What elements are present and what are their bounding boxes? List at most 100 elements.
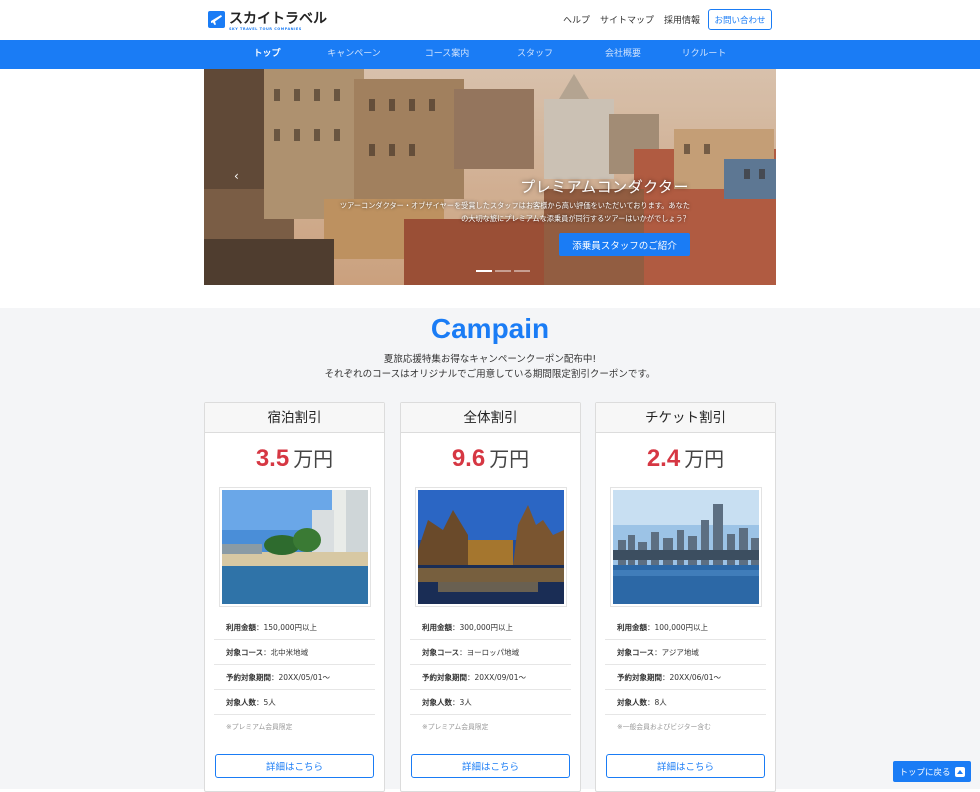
card-details: 利用金額：100,000円以上 対象コース：アジア地域 予約対象期間：20XX/… [605,615,766,740]
main-nav: トップ キャンペーン コース案内 スタッフ 会社概要 リクルート [0,40,980,69]
nav-item-staff[interactable]: スタッフ [490,40,580,69]
util-link-recruit[interactable]: 採用情報 [664,13,700,26]
card-title: チケット割引 [596,403,775,433]
detail-amount: 利用金額：300,000円以上 [410,615,571,640]
campaign-title: Campain [430,313,550,344]
card-price: 9.6 万円 [401,443,580,483]
detail-label: 対象人数 [226,698,256,707]
detail-label: 対象人数 [617,698,647,707]
back-to-top-label: トップに戻る [899,767,951,778]
detail-note: ※プレミアム会員限定 [226,723,293,731]
detail-course: 対象コース：アジア地域 [605,640,766,665]
detail-value: ：ヨーロッパ地域 [459,648,520,657]
detail-value: ：300,000円以上 [452,623,514,632]
detail-amount: 利用金額：100,000円以上 [605,615,766,640]
nav-item-top[interactable]: トップ [222,40,312,69]
detail-people: 対象人数：5人 [214,690,375,715]
nav-item-courses[interactable]: コース案内 [402,40,492,69]
hero-cta-button[interactable]: 添乗員スタッフのご紹介 [559,233,690,256]
campaign-desc-line: 夏旅応援特集お得なキャンペーンクーポン配布中! [383,354,597,365]
hero-text-line: ツアーコンダクター・オブザイヤーを受賞したスタッフはお客様から高い評価をいただい… [339,201,690,210]
card-price: 3.5 万円 [205,443,384,483]
detail-label: 予約対象期間 [617,673,662,682]
coupon-card: チケット割引 2.4 万円 利用金額：100,000円以上 対象コース：アジア地… [595,402,776,792]
slider-dot[interactable] [476,270,492,272]
site-header: スカイトラベル SKY TRAVEL TOUR COMPANIES ヘルプ サイ… [0,0,980,40]
contact-button[interactable]: お問い合わせ [708,9,772,30]
detail-label: 対象コース [422,648,460,657]
airplane-icon [208,11,225,28]
utility-nav: ヘルプ サイトマップ 採用情報 [563,13,700,26]
detail-value: ：アジア地域 [654,648,699,657]
detail-value: ：8人 [647,698,667,707]
coupon-card: 全体割引 9.6 万円 利用金額：300,000円以上 対象コース：ヨーロッパ地域… [400,402,581,792]
card-title: 宿泊割引 [205,403,384,433]
detail-note: ※プレミアム会員限定 [422,723,489,731]
price-value: 2.4 [646,445,681,472]
chevron-left-icon[interactable]: ‹ [234,169,239,183]
card-title: 全体割引 [401,403,580,433]
hero-image [204,69,776,285]
detail-label: 利用金額 [422,623,452,632]
nav-item-company[interactable]: 会社概要 [578,40,668,69]
card-details-button[interactable]: 詳細はこちら [215,754,374,778]
site-logo[interactable]: スカイトラベル SKY TRAVEL TOUR COMPANIES [208,11,328,35]
detail-value: ：20XX/09/01〜 [467,673,526,682]
detail-label: 予約対象期間 [226,673,271,682]
campaign-section: Campain 夏旅応援特集お得なキャンペーンクーポン配布中! それぞれのコース… [0,308,980,792]
detail-people: 対象人数：3人 [410,690,571,715]
campaign-desc-line: それぞれのコースはオリジナルでご用意している期間限定割引クーポンです。 [324,369,656,380]
card-details-button[interactable]: 詳細はこちら [606,754,765,778]
card-image-canal [414,487,567,607]
detail-value: ：150,000円以上 [256,623,318,632]
hero-slider[interactable]: ‹ プレミアムコンダクター ツアーコンダクター・オブザイヤーを受賞したスタッフは… [204,69,776,285]
card-details: 利用金額：300,000円以上 対象コース：ヨーロッパ地域 予約対象期間：20X… [410,615,571,740]
detail-value: ：5人 [256,698,276,707]
logo-name: スカイトラベル [229,11,327,27]
detail-period: 予約対象期間：20XX/05/01〜 [214,665,375,690]
card-details-button[interactable]: 詳細はこちら [411,754,570,778]
detail-label: 利用金額 [226,623,256,632]
detail-course: 対象コース：ヨーロッパ地域 [410,640,571,665]
arrow-up-icon [954,766,965,777]
price-value: 9.6 [451,445,486,472]
price-unit: 万円 [489,447,530,471]
slider-dot[interactable] [495,270,511,272]
card-details: 利用金額：150,000円以上 対象コース：北中米地域 予約対象期間：20XX/… [214,615,375,740]
price-unit: 万円 [293,447,334,471]
detail-course: 対象コース：北中米地域 [214,640,375,665]
detail-period: 予約対象期間：20XX/09/01〜 [410,665,571,690]
price-unit: 万円 [684,447,725,471]
detail-amount: 利用金額：150,000円以上 [214,615,375,640]
nav-item-recruit[interactable]: リクルート [659,40,749,69]
card-image-skyline [609,487,762,607]
detail-label: 予約対象期間 [422,673,467,682]
logo-tagline: SKY TRAVEL TOUR COMPANIES [229,27,302,31]
campaign-description: 夏旅応援特集お得なキャンペーンクーポン配布中! それぞれのコースはオリジナルでご… [0,352,980,382]
price-value: 3.5 [255,445,290,472]
util-link-help[interactable]: ヘルプ [563,13,590,26]
card-image-beach [218,487,371,607]
card-price: 2.4 万円 [596,443,775,483]
detail-label: 利用金額 [617,623,647,632]
detail-label: 対象コース [226,648,264,657]
detail-value: ：20XX/06/01〜 [662,673,721,682]
detail-value: ：北中米地域 [263,648,309,657]
coupon-card: 宿泊割引 3.5 万円 利用金額：150,000円以上 対象コース：北中米地域 予… [204,402,385,792]
nav-item-campaign[interactable]: キャンペーン [309,40,399,69]
detail-value: ：3人 [452,698,472,707]
detail-label: 対象人数 [422,698,452,707]
slider-dot[interactable] [514,270,530,272]
util-link-sitemap[interactable]: サイトマップ [600,13,654,26]
hero-title: プレミアムコンダクター [520,178,689,196]
detail-people: 対象人数：8人 [605,690,766,715]
slider-indicators [476,270,530,272]
detail-label: 対象コース [617,648,655,657]
detail-value: ：100,000円以上 [647,623,709,632]
back-to-top-button[interactable]: トップに戻る [893,761,971,782]
detail-period: 予約対象期間：20XX/06/01〜 [605,665,766,690]
detail-note: ※一般会員およびビジター含む [617,723,711,731]
detail-value: ：20XX/05/01〜 [271,673,330,682]
hero-text: ツアーコンダクター・オブザイヤーを受賞したスタッフはお客様から高い評価をいただい… [290,199,690,225]
hero-text-line: の大切な旅にプレミアムな添乗員が同行するツアーはいかがでしょう？ [461,214,690,223]
